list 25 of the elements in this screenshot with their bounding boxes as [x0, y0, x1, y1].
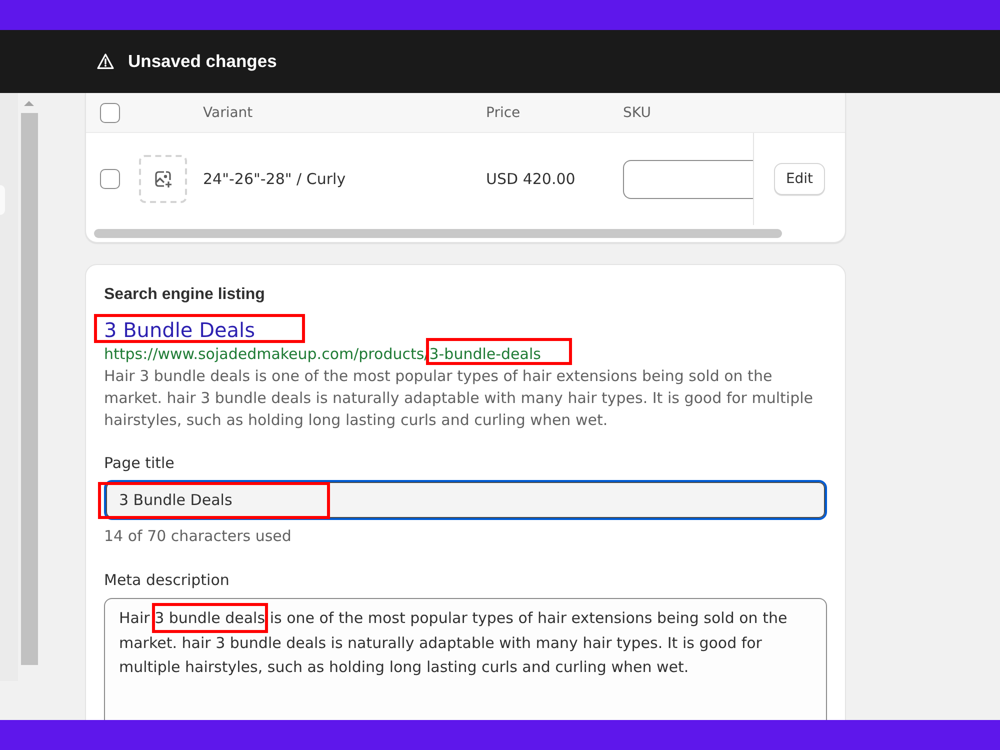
column-header: Price — [486, 104, 522, 120]
variant-name: 24"-26"-28" / Curly — [203, 170, 347, 188]
image-placeholder[interactable] — [139, 155, 187, 203]
checkbox[interactable] — [100, 102, 120, 122]
scrollbar-thumb[interactable] — [94, 229, 782, 238]
scroll-up-icon[interactable] — [24, 101, 34, 106]
edit-button[interactable]: Edit — [774, 163, 826, 195]
field-label: Meta description — [104, 570, 230, 590]
sku-input[interactable] — [623, 160, 753, 198]
column-header: SKU — [623, 104, 652, 120]
image-add-icon — [153, 169, 173, 189]
warning-icon — [97, 53, 114, 70]
scrollbar-thumb[interactable] — [20, 113, 38, 665]
field-label: Page title — [104, 453, 176, 473]
price-text: USD 420.00 — [486, 170, 576, 188]
preview-url-slug: 3-bundle-deals — [429, 345, 541, 363]
preview-description: Hair 3 bundle deals is one of the most popular types of hair extensions being sold on the market. hair 3 bundle deals is naturally adaptable with many hair types. It is good for multiple hairstyles, such as holding long lasting curls and curling when wet. — [104, 366, 814, 431]
character-count: 14 of 70 characters used — [104, 526, 292, 546]
unsaved-changes-title: Unsaved changes — [128, 51, 277, 72]
preview-title: 3 Bundle Deals — [104, 318, 256, 342]
page-title-input[interactable]: 3 Bundle Deals — [104, 480, 827, 520]
column-header: Variant — [203, 104, 254, 120]
checkbox[interactable] — [100, 169, 120, 189]
section-heading: Search engine listing — [104, 285, 266, 305]
meta-description-input[interactable]: Hair 3 bundle deals is one of the most popular types of hair extensions being sold on the market. hair 3 bundle deals is naturally adaptable with many hair types. It is good for multiple hairstyles, such as holding long lasting curls and curling when wet. — [104, 598, 827, 720]
